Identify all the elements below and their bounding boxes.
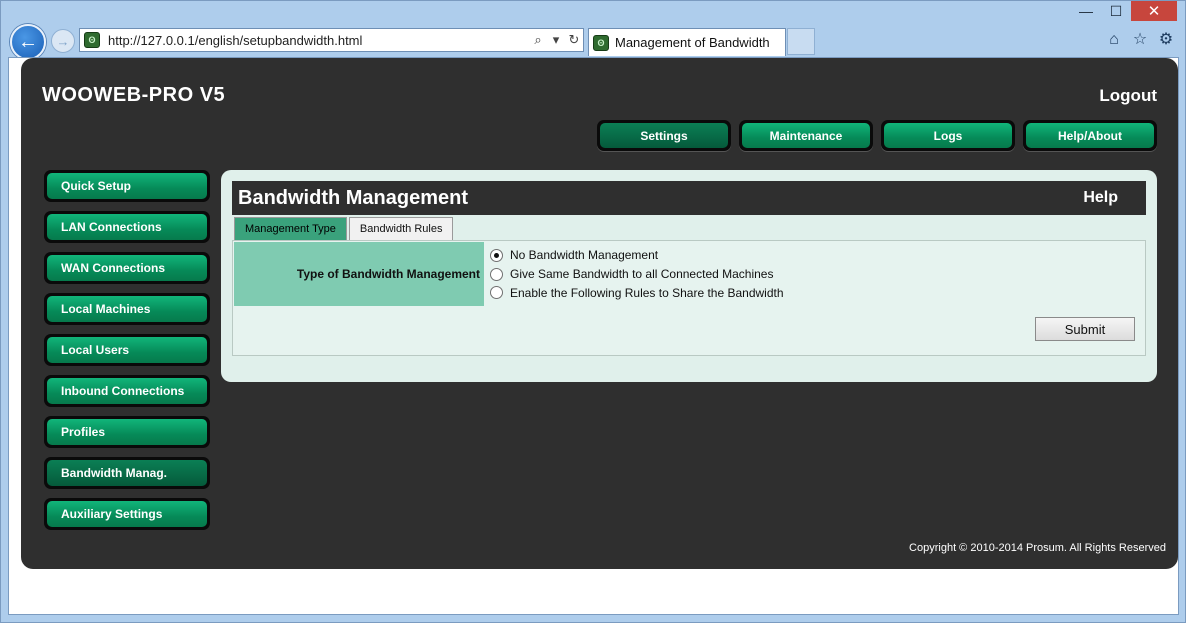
bandwidth-form: Type of Bandwidth Management No Bandwidt… <box>232 240 1146 356</box>
field-label: Type of Bandwidth Management <box>234 242 484 306</box>
radio-button[interactable] <box>490 267 503 281</box>
url-text[interactable]: http://127.0.0.1/english/setupbandwidth.… <box>108 33 529 48</box>
router-admin-panel: WOOWEB-PRO V5 Logout Settings Maintenanc… <box>21 58 1178 569</box>
form-row: Type of Bandwidth Management No Bandwidt… <box>234 242 1144 306</box>
sidebar-item-lan-connections[interactable]: LAN Connections <box>44 211 210 243</box>
page-title: Bandwidth Management <box>238 186 469 209</box>
minimize-button[interactable]: — <box>1071 1 1101 21</box>
maximize-button[interactable]: ☐ <box>1101 1 1131 21</box>
sidebar-item-label: Bandwidth Manag. <box>47 460 207 486</box>
nav-help-about-button[interactable]: Help/About <box>1023 120 1157 151</box>
sidebar-item-label: Quick Setup <box>47 173 207 199</box>
top-navigation: Settings Maintenance Logs Help/About <box>597 120 1157 151</box>
sidebar-item-label: Auxiliary Settings <box>47 501 207 527</box>
arrow-right-icon: → <box>56 33 70 49</box>
browser-window: — ☐ ✕ ← → ʘ http://127.0.0.1/english/set… <box>0 0 1186 623</box>
help-link[interactable]: Help <box>1083 189 1118 207</box>
tab-bandwidth-rules[interactable]: Bandwidth Rules <box>348 217 454 240</box>
nav-button-label: Maintenance <box>742 123 870 148</box>
option-label: No Bandwidth Management <box>510 248 659 263</box>
browser-tab[interactable]: ʘ Management of Bandwidth <box>588 28 786 56</box>
side-navigation: Quick Setup LAN Connections WAN Connecti… <box>44 170 210 530</box>
address-bar[interactable]: ʘ http://127.0.0.1/english/setupbandwidt… <box>79 28 584 52</box>
tab-title: Management of Bandwidth <box>615 35 770 50</box>
radio-button[interactable] <box>490 286 503 300</box>
tab-favicon-icon: ʘ <box>593 34 609 51</box>
back-button[interactable]: ← <box>10 24 46 60</box>
content-tabs: Management Type Bandwidth Rules <box>234 217 454 240</box>
brand-title: WOOWEB-PRO V5 <box>42 84 226 106</box>
sidebar-item-profiles[interactable]: Profiles <box>44 416 210 448</box>
sidebar-item-local-machines[interactable]: Local Machines <box>44 293 210 325</box>
content-card: Bandwidth Management Help Management Typ… <box>221 170 1157 382</box>
dropdown-icon[interactable]: ▾ <box>547 32 565 48</box>
settings-gear-icon[interactable]: ⚙ <box>1157 31 1175 49</box>
site-favicon-icon: ʘ <box>84 32 100 48</box>
new-tab-button[interactable] <box>787 28 815 55</box>
sidebar-item-wan-connections[interactable]: WAN Connections <box>44 252 210 284</box>
submit-button[interactable]: Submit <box>1035 317 1135 341</box>
nav-button-label: Logs <box>884 123 1012 148</box>
copyright-text: Copyright © 2010-2014 Prosum. All Rights… <box>909 542 1166 554</box>
refresh-icon[interactable]: ↻ <box>565 32 583 48</box>
browser-toolbar: ⌂ ☆ ⚙ <box>1105 31 1175 49</box>
sidebar-item-inbound-connections[interactable]: Inbound Connections <box>44 375 210 407</box>
logout-link[interactable]: Logout <box>1099 86 1157 106</box>
sidebar-item-label: Inbound Connections <box>47 378 207 404</box>
forward-button[interactable]: → <box>51 29 75 53</box>
sidebar-item-label: Local Machines <box>47 296 207 322</box>
close-button[interactable]: ✕ <box>1131 1 1177 21</box>
window-controls: — ☐ ✕ <box>1071 1 1177 23</box>
sidebar-item-label: Profiles <box>47 419 207 445</box>
page-viewport: WOOWEB-PRO V5 Logout Settings Maintenanc… <box>8 57 1179 615</box>
radio-group: No Bandwidth Management Give Same Bandwi… <box>484 242 1144 306</box>
sidebar-item-label: WAN Connections <box>47 255 207 281</box>
sidebar-item-quick-setup[interactable]: Quick Setup <box>44 170 210 202</box>
nav-button-label: Help/About <box>1026 123 1154 148</box>
sidebar-item-label: Local Users <box>47 337 207 363</box>
nav-button-label: Settings <box>600 123 728 148</box>
option-same-bandwidth[interactable]: Give Same Bandwidth to all Connected Mac… <box>490 267 1138 282</box>
tab-management-type[interactable]: Management Type <box>234 217 347 240</box>
option-no-bandwidth-management[interactable]: No Bandwidth Management <box>490 248 1138 263</box>
favorites-star-icon[interactable]: ☆ <box>1131 31 1149 49</box>
sidebar-item-label: LAN Connections <box>47 214 207 240</box>
sidebar-item-local-users[interactable]: Local Users <box>44 334 210 366</box>
sidebar-item-auxiliary-settings[interactable]: Auxiliary Settings <box>44 498 210 530</box>
option-enable-rules[interactable]: Enable the Following Rules to Share the … <box>490 285 1138 300</box>
arrow-left-icon: ← <box>18 30 38 53</box>
option-label: Give Same Bandwidth to all Connected Mac… <box>510 267 774 281</box>
radio-button-checked[interactable] <box>490 248 503 262</box>
home-icon[interactable]: ⌂ <box>1105 31 1123 49</box>
nav-logs-button[interactable]: Logs <box>881 120 1015 151</box>
content-header: Bandwidth Management Help <box>232 181 1146 215</box>
browser-navbar: ← → ʘ http://127.0.0.1/english/setupband… <box>1 23 1186 60</box>
sidebar-item-bandwidth-management[interactable]: Bandwidth Manag. <box>44 457 210 489</box>
nav-maintenance-button[interactable]: Maintenance <box>739 120 873 151</box>
nav-settings-button[interactable]: Settings <box>597 120 731 151</box>
option-label: Enable the Following Rules to Share the … <box>510 285 784 300</box>
search-icon[interactable]: ⌕ <box>529 32 547 48</box>
